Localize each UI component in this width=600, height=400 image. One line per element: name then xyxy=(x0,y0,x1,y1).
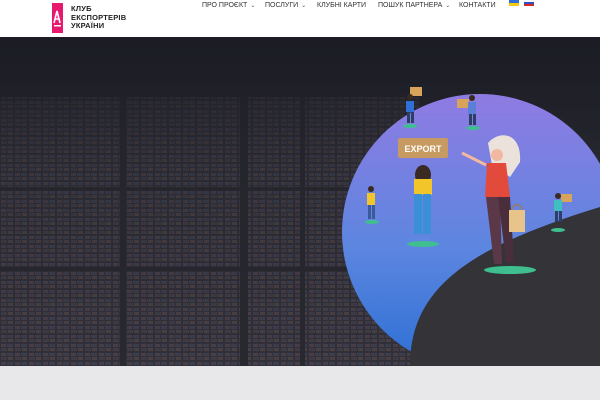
russia-flag-icon[interactable] xyxy=(524,0,534,6)
nav-item-label: КОНТАКТИ xyxy=(459,1,496,9)
brand-logo[interactable] xyxy=(52,3,63,33)
brand-name-line3: УКРАЇНИ xyxy=(71,21,105,31)
container-port-background-image: EXPORT xyxy=(0,37,600,366)
nav-item-label: ПОШУК ПАРТНЕРА xyxy=(378,1,443,9)
ukraine-flag-icon[interactable] xyxy=(509,0,519,6)
nav-item-services[interactable]: ПОСЛУГИ ⌄ xyxy=(265,2,306,9)
export-sign-text: EXPORT xyxy=(404,144,442,154)
chevron-down-icon: ⌄ xyxy=(445,2,451,9)
chevron-down-icon: ⌄ xyxy=(250,2,256,9)
nav-item-club-cards[interactable]: КЛУБНІ КАРТИ xyxy=(317,2,366,9)
nav-item-label: ПОСЛУГИ xyxy=(265,1,299,9)
brand-name[interactable]: КЛУБ ЕКСПОРТЕРІВ УКРАЇНИ xyxy=(71,4,126,31)
hero-banner: EXPORT xyxy=(0,37,600,366)
site-header: КЛУБ ЕКСПОРТЕРІВ УКРАЇНИ ПРО ПРОЄКТ ⌄ ПО… xyxy=(0,0,600,37)
nav-item-label: ПРО ПРОЄКТ xyxy=(202,1,248,9)
chevron-down-icon: ⌄ xyxy=(301,2,307,9)
nav-item-contacts[interactable]: КОНТАКТИ xyxy=(459,2,496,9)
page-bottom-section xyxy=(0,366,600,400)
nav-item-about[interactable]: ПРО ПРОЄКТ ⌄ xyxy=(202,2,255,9)
nav-item-label: КЛУБНІ КАРТИ xyxy=(317,1,367,9)
nav-item-partner-search[interactable]: ПОШУК ПАРТНЕРА ⌄ xyxy=(378,2,450,9)
